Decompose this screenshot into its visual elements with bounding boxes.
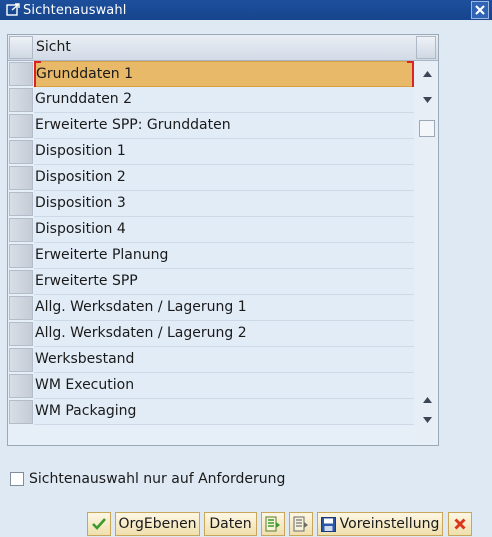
column-settings-button[interactable] bbox=[416, 36, 436, 59]
close-icon[interactable] bbox=[471, 1, 489, 19]
row-selector[interactable] bbox=[9, 348, 33, 372]
table-cell[interactable]: WM Execution bbox=[34, 373, 414, 399]
row-selector[interactable] bbox=[9, 374, 33, 398]
button-bar: OrgEbenen Daten Voreinstellung bbox=[0, 511, 492, 537]
table-cell[interactable]: Grunddaten 2 bbox=[34, 87, 414, 113]
deselect-all-button[interactable] bbox=[289, 512, 313, 536]
scroll-down-icon[interactable] bbox=[421, 94, 433, 106]
table-row[interactable]: Disposition 1 bbox=[8, 139, 414, 165]
table-row[interactable]: Disposition 3 bbox=[8, 191, 414, 217]
window-title: Sichtenauswahl bbox=[23, 2, 127, 18]
table-row[interactable]: Disposition 4 bbox=[8, 217, 414, 243]
table-cell[interactable]: Disposition 1 bbox=[34, 139, 414, 165]
row-selector[interactable] bbox=[9, 296, 33, 320]
scroll-thumb[interactable] bbox=[419, 120, 435, 137]
table-rows: Grunddaten 1 Grunddaten 2 Erweiterte SPP… bbox=[8, 61, 414, 425]
table-cell[interactable]: Disposition 2 bbox=[34, 165, 414, 191]
row-selector[interactable] bbox=[9, 166, 33, 190]
row-selector[interactable] bbox=[9, 62, 33, 86]
row-selector[interactable] bbox=[9, 192, 33, 216]
row-selector[interactable] bbox=[9, 88, 33, 112]
table-row[interactable]: Grunddaten 2 bbox=[8, 87, 414, 113]
page-up-icon[interactable] bbox=[421, 394, 433, 406]
table-row[interactable]: Erweiterte SPP bbox=[8, 269, 414, 295]
view-selection-checkbox[interactable] bbox=[10, 472, 24, 486]
table-row[interactable]: WM Execution bbox=[8, 373, 414, 399]
row-selector[interactable] bbox=[9, 218, 33, 242]
view-selection-option[interactable]: Sichtenauswahl nur auf Anforderung bbox=[10, 471, 285, 487]
table-row[interactable]: Werksbestand bbox=[8, 347, 414, 373]
row-selector[interactable] bbox=[9, 140, 33, 164]
table-cell[interactable]: WM Packaging bbox=[34, 399, 414, 425]
title-bar: Sichtenauswahl bbox=[0, 0, 492, 20]
table-cell[interactable]: Erweiterte SPP bbox=[34, 269, 414, 295]
daten-label: Daten bbox=[209, 516, 252, 532]
dialog-icon bbox=[6, 3, 20, 17]
table-cell[interactable]: Allg. Werksdaten / Lagerung 2 bbox=[34, 321, 414, 347]
row-selector[interactable] bbox=[9, 114, 33, 138]
scroll-up-icon[interactable] bbox=[421, 68, 433, 80]
table-cell[interactable]: Erweiterte Planung bbox=[34, 243, 414, 269]
views-table: Sicht Grunddaten 1 Grunddaten 2 Erweiter… bbox=[7, 34, 439, 446]
row-selector[interactable] bbox=[9, 322, 33, 346]
table-row[interactable]: Allg. Werksdaten / Lagerung 1 bbox=[8, 295, 414, 321]
voreinstellung-button[interactable]: Voreinstellung bbox=[317, 512, 443, 536]
table-cell[interactable]: Disposition 4 bbox=[34, 217, 414, 243]
cancel-icon bbox=[454, 518, 466, 530]
table-row[interactable]: WM Packaging bbox=[8, 399, 414, 425]
vertical-scrollbar[interactable] bbox=[418, 62, 436, 444]
dialog-body: Sicht Grunddaten 1 Grunddaten 2 Erweiter… bbox=[0, 20, 492, 537]
select-all-icon bbox=[265, 516, 281, 532]
table-row[interactable]: Grunddaten 1 bbox=[8, 61, 414, 91]
table-cell[interactable]: Disposition 3 bbox=[34, 191, 414, 217]
table-row[interactable]: Disposition 2 bbox=[8, 165, 414, 191]
select-all-button[interactable] bbox=[261, 512, 285, 536]
table-cell[interactable]: Erweiterte SPP: Grunddaten bbox=[34, 113, 414, 139]
page-down-icon[interactable] bbox=[421, 414, 433, 426]
deselect-all-icon bbox=[293, 516, 309, 532]
check-icon bbox=[92, 518, 106, 530]
confirm-button[interactable] bbox=[87, 512, 111, 536]
table-cell[interactable]: Allg. Werksdaten / Lagerung 1 bbox=[34, 295, 414, 321]
table-cell[interactable]: Grunddaten 1 bbox=[34, 61, 414, 91]
table-row[interactable]: Erweiterte Planung bbox=[8, 243, 414, 269]
row-selector[interactable] bbox=[9, 244, 33, 268]
table-cell[interactable]: Werksbestand bbox=[34, 347, 414, 373]
daten-button[interactable]: Daten bbox=[204, 512, 257, 536]
select-all-rows-button[interactable] bbox=[9, 36, 33, 59]
orgebenen-button[interactable]: OrgEbenen bbox=[115, 512, 200, 536]
table-row[interactable]: Erweiterte SPP: Grunddaten bbox=[8, 113, 414, 139]
row-selector[interactable] bbox=[9, 270, 33, 294]
column-header-sicht[interactable]: Sicht bbox=[36, 39, 71, 55]
cancel-button[interactable] bbox=[448, 512, 472, 536]
voreinstellung-label: Voreinstellung bbox=[339, 516, 440, 532]
orgebenen-label: OrgEbenen bbox=[118, 516, 197, 532]
table-header: Sicht bbox=[8, 35, 438, 61]
row-selector[interactable] bbox=[9, 400, 33, 424]
table-row[interactable]: Allg. Werksdaten / Lagerung 2 bbox=[8, 321, 414, 347]
save-icon bbox=[320, 516, 336, 532]
view-selection-checkbox-label: Sichtenauswahl nur auf Anforderung bbox=[29, 471, 286, 487]
